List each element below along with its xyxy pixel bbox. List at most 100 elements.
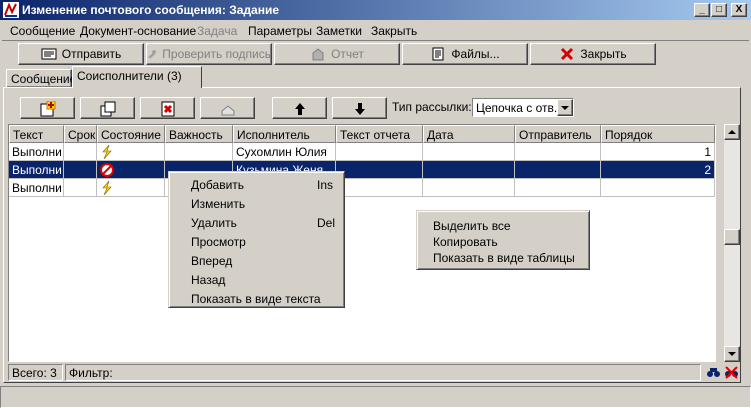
status-filter: Фильтр:	[65, 364, 701, 381]
column-header-report[interactable]: Текст отчета	[336, 125, 423, 143]
context-item-label: Просмотр	[191, 235, 246, 249]
clear-filter-icon[interactable]	[724, 365, 739, 380]
arrow-up-icon	[295, 103, 305, 115]
table-row[interactable]: Выполни	[9, 179, 715, 197]
table-row-selected[interactable]: Выполни Кузьмина Женя 2	[9, 161, 715, 179]
column-header-state[interactable]: Состояние	[97, 125, 165, 143]
files-icon	[432, 47, 444, 61]
check-signature-label: Проверить подпись	[162, 47, 271, 61]
context-item-label: Изменить	[191, 197, 246, 211]
toolbar-divider	[2, 40, 749, 41]
tab-message[interactable]: Сообщение	[6, 69, 76, 87]
column-header-order[interactable]: Порядок	[601, 125, 715, 143]
delete-row-button[interactable]	[140, 97, 195, 119]
context-item-shortcut: Ins	[317, 178, 334, 192]
context-item-label: Выделить все	[433, 219, 511, 233]
menu-notes[interactable]: Заметки	[316, 24, 362, 38]
close-icon	[561, 47, 574, 61]
cell-state	[97, 179, 165, 197]
move-up-button[interactable]	[272, 97, 327, 119]
minimize-button[interactable]: _	[694, 3, 710, 17]
send-label: Отправить	[61, 47, 122, 61]
close-window-button[interactable]: X	[731, 3, 747, 17]
coexecutors-grid[interactable]: Текст Срок Состояние Важность Исполнител…	[8, 124, 716, 362]
cell-sender	[515, 179, 601, 197]
view-icon	[221, 105, 235, 116]
mailing-type-select[interactable]: Цепочка с отв.	[472, 98, 574, 117]
column-header-sender[interactable]: Отправитель	[515, 125, 601, 143]
scroll-up-button[interactable]	[724, 124, 740, 140]
status-bar: Всего: 3 Фильтр:	[8, 364, 741, 381]
menu-base-document[interactable]: Документ-основание	[80, 24, 196, 38]
menu-close[interactable]: Закрыть	[371, 24, 417, 38]
cell-term	[64, 161, 97, 179]
edit-icon	[100, 101, 116, 117]
context-item-label: Добавить	[191, 178, 245, 192]
context-item-delete[interactable]: Удалить Del	[169, 213, 344, 232]
context-item-label: Копировать	[433, 235, 498, 249]
scroll-down-button[interactable]	[724, 346, 740, 362]
report-icon	[312, 48, 324, 61]
cell-state	[97, 161, 165, 179]
cell-report	[336, 179, 423, 197]
menu-parameters[interactable]: Параметры	[248, 24, 312, 38]
column-header-text[interactable]: Текст	[9, 125, 64, 143]
maximize-button[interactable]: □	[711, 3, 727, 17]
context-item-label: Назад	[191, 273, 226, 287]
scroll-thumb[interactable]	[724, 229, 740, 245]
close-label: Закрыть	[580, 47, 627, 61]
context-item-forward[interactable]: Вперед	[169, 251, 344, 270]
add-icon	[40, 101, 56, 117]
cell-sender	[515, 143, 601, 161]
context-item-add[interactable]: Добавить Ins	[169, 175, 344, 194]
files-button[interactable]: Файлы...	[402, 43, 528, 65]
report-label: Отчет	[331, 47, 364, 61]
area-context-menu: Выделить все Копировать Показать в виде …	[416, 210, 590, 270]
context-item-label: Показать в виде таблицы	[433, 251, 575, 265]
add-row-button[interactable]	[20, 97, 75, 119]
title-bar: Изменение почтового сообщения: Задание _…	[0, 0, 751, 20]
cell-report	[336, 143, 423, 161]
menu-message[interactable]: Сообщение	[10, 24, 75, 38]
tab-coexecutors[interactable]: Соисполнители (3)	[72, 66, 202, 88]
status-total: Всего: 3	[8, 364, 63, 381]
send-button[interactable]: Отправить	[18, 43, 144, 65]
context-item-edit[interactable]: Изменить	[169, 194, 344, 213]
app-icon	[3, 2, 19, 18]
table-row[interactable]: Выполни Сухомлин Юлия 1	[9, 143, 715, 161]
context-item-label: Вперед	[191, 254, 233, 268]
cell-importance	[165, 143, 233, 161]
report-button[interactable]: Отчет	[274, 43, 400, 65]
cell-date	[423, 161, 515, 179]
mailing-type-dropdown-button[interactable]	[557, 99, 573, 116]
move-down-button[interactable]	[332, 97, 387, 119]
view-row-button[interactable]	[200, 97, 255, 119]
menu-task[interactable]: Задача	[197, 24, 237, 38]
files-label: Файлы...	[451, 47, 500, 61]
column-header-executor[interactable]: Исполнитель	[233, 125, 336, 143]
context-item-back[interactable]: Назад	[169, 270, 344, 289]
cell-text: Выполни	[9, 179, 64, 197]
mailing-type-value: Цепочка с отв.	[476, 101, 558, 115]
close-button[interactable]: Закрыть	[530, 43, 656, 65]
column-header-term[interactable]: Срок	[64, 125, 97, 143]
edit-row-button[interactable]	[80, 97, 135, 119]
column-header-date[interactable]: Дата	[423, 125, 515, 143]
find-icon[interactable]	[706, 365, 721, 380]
grid-context-menu: Добавить Ins Изменить Удалить Del Просмо…	[168, 171, 345, 308]
cell-order: 2	[601, 161, 715, 179]
window-title: Изменение почтового сообщения: Задание	[22, 3, 280, 17]
context-item-show-as-text[interactable]: Показать в виде текста	[169, 289, 344, 308]
scroll-down-icon	[728, 352, 736, 356]
cell-state	[97, 143, 165, 161]
context-item-shortcut: Del	[317, 216, 336, 230]
cell-term	[64, 143, 97, 161]
context-item-show-as-table[interactable]: Показать в виде таблицы	[417, 248, 589, 267]
column-header-importance[interactable]: Важность	[165, 125, 233, 143]
scroll-up-icon	[728, 130, 736, 134]
cell-order: 1	[601, 143, 715, 161]
vertical-scrollbar[interactable]	[724, 124, 740, 362]
check-signature-button[interactable]: Проверить подпись	[146, 43, 272, 65]
context-item-view[interactable]: Просмотр	[169, 232, 344, 251]
cell-report	[336, 161, 423, 179]
